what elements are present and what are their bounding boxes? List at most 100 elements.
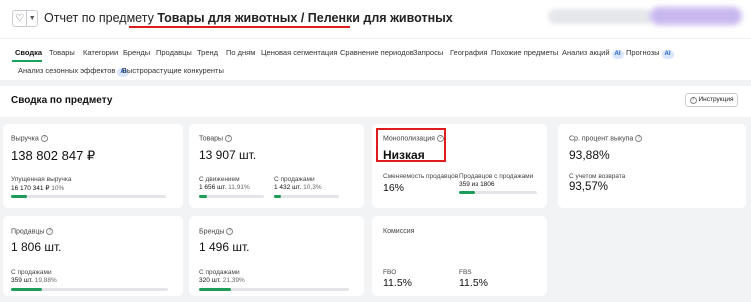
products-moving-bar (199, 195, 264, 198)
products-label-text: Товары (199, 135, 224, 143)
tab-queries[interactable]: Запросы (413, 47, 443, 59)
brands-sales-bar (199, 288, 349, 291)
favorite-button[interactable]: ♡ ▼ (12, 10, 38, 27)
ai-badge: AI (661, 50, 674, 59)
brands-sales-bar-fill (199, 288, 232, 291)
sellers-with-sales-bar-fill (459, 191, 475, 194)
instruction-button-label: Инструкция (698, 96, 734, 103)
summary-title: Сводка по предмету (11, 95, 113, 106)
page-title: Отчет по предмету Товары для животных / … (44, 10, 453, 26)
products-moving-amount: 1 656 шт. (199, 184, 227, 191)
tab-trend[interactable]: Тренд (197, 47, 218, 59)
fbo-value: 11.5% (383, 277, 412, 289)
brands-sales-amount: 320 шт. (199, 277, 221, 284)
revenue-value: 138 802 847 ₽ (11, 148, 96, 163)
tab-seasonal-effects[interactable]: Анализ сезонных эффектов AI (18, 65, 130, 77)
commission-label: Комиссия (383, 228, 415, 235)
instruction-button[interactable]: ? Инструкция (685, 93, 738, 107)
tab-summary[interactable]: Сводка (15, 47, 42, 59)
buyout-return-label: С учетом возврата (569, 173, 626, 180)
products-sales-bar-fill (274, 195, 281, 198)
sellers-with-sales-label: Продавцов с продажами (459, 173, 534, 180)
question-icon[interactable]: ? (225, 135, 233, 142)
tab-promo-analysis[interactable]: Анализ акций AI (562, 47, 624, 59)
buyout-label: Ср. процент выкупа ? (569, 135, 643, 143)
sellers-with-sales-value: 359 из 1806 (459, 181, 495, 188)
revenue-label-text: Выручка (11, 135, 39, 143)
sellers-card: Продавцы ? 1 806 шт. С продажами 359 шт.… (3, 216, 183, 296)
monopolization-annotation-box (376, 128, 446, 162)
lost-revenue-amount: 16 170 341 ₽ (11, 185, 50, 192)
tab-period-comparison[interactable]: Сравнение периодов (340, 47, 414, 59)
sellers-sales-bar (11, 288, 168, 291)
question-icon[interactable]: ? (226, 228, 234, 235)
products-sales-value: 1 432 шт. 10,3% (274, 184, 322, 191)
question-icon[interactable]: ? (635, 135, 643, 142)
lost-revenue-label: Упущенная выручка (11, 176, 72, 183)
lost-revenue-bar (11, 195, 166, 198)
products-sales-amount: 1 432 шт. (274, 184, 302, 191)
heart-icon[interactable]: ♡ (13, 11, 26, 26)
tab-forecasts[interactable]: Прогнозы AI (626, 47, 674, 59)
lost-revenue-value: 16 170 341 ₽ 10% (11, 184, 64, 192)
brands-sales-label: С продажами (199, 269, 240, 276)
brands-sales-pct: 21,39% (222, 277, 245, 284)
seller-turnover-value: 16% (383, 182, 405, 194)
products-moving-label: С движением (199, 176, 240, 183)
tab-sellers[interactable]: Продавцы (156, 47, 192, 59)
sellers-with-sales-bar (459, 191, 537, 194)
products-value: 13 907 шт. (199, 148, 257, 162)
buyout-card: Ср. процент выкупа ? 93,88% С учетом воз… (558, 124, 746, 208)
tab-price-segmentation[interactable]: Ценовая сегментация (261, 47, 337, 59)
active-tab-indicator (12, 60, 42, 62)
tab-brands[interactable]: Бренды (123, 47, 150, 59)
question-icon[interactable]: ? (40, 135, 48, 142)
sellers-sales-pct: 19,88% (34, 277, 57, 284)
sellers-sales-label: С продажами (11, 269, 52, 276)
tab-fast-growing-competitors[interactable]: Быстрорастущие конкуренты (122, 65, 224, 77)
brands-label-text: Бренды (199, 228, 225, 236)
products-label: Товары ? (199, 135, 233, 143)
tab-promo-analysis-label: Анализ акций (562, 48, 610, 57)
products-sales-pct: 10,3% (303, 184, 322, 191)
tab-geography[interactable]: География (450, 47, 487, 59)
tab-products[interactable]: Товары (49, 47, 75, 59)
tab-categories[interactable]: Категории (83, 47, 118, 59)
fbs-label: FBS (459, 269, 472, 276)
commission-card: Комиссия FBO 11.5% FBS 11.5% (372, 216, 547, 296)
tab-by-days[interactable]: По дням (226, 47, 255, 59)
products-sales-label: С продажами (274, 176, 315, 183)
question-icon[interactable]: ? (46, 228, 54, 235)
ai-badge: AI (611, 50, 624, 59)
tab-seasonal-effects-label: Анализ сезонных эффектов (18, 66, 116, 75)
fbo-label: FBO (383, 269, 397, 276)
lost-revenue-bar-fill (11, 195, 27, 198)
products-moving-bar-fill (199, 195, 207, 198)
seller-turnover-label: Сменяемость продавцов (383, 173, 459, 180)
products-sales-bar (274, 195, 339, 198)
page-title-prefix: Отчет по предмету (44, 11, 158, 25)
sellers-sales-amount: 359 шт. (11, 277, 33, 284)
brands-value: 1 496 шт. (199, 240, 250, 254)
products-card: Товары ? 13 907 шт. С движением 1 656 шт… (189, 124, 364, 208)
question-icon: ? (689, 96, 697, 104)
fbs-value: 11.5% (459, 277, 488, 289)
buyout-return-value: 93,57% (569, 181, 609, 193)
products-moving-pct: 11,91% (228, 184, 250, 191)
blurred-user-info (548, 9, 653, 24)
sellers-sales-value: 359 шт. 19,88% (11, 277, 57, 284)
buyout-label-text: Ср. процент выкупа (569, 135, 634, 143)
chevron-down-icon[interactable]: ▼ (26, 11, 37, 26)
brands-card: Бренды ? 1 496 шт. С продажами 320 шт. 2… (189, 216, 364, 296)
sellers-value: 1 806 шт. (11, 240, 62, 254)
summary-section-header: Сводка по предмету ? Инструкция (0, 86, 751, 117)
products-moving-value: 1 656 шт. 11,91% (199, 184, 250, 191)
buyout-value: 93,88% (569, 148, 610, 162)
tab-similar-subjects[interactable]: Похожие предметы (491, 47, 558, 59)
blurred-account-button[interactable] (650, 7, 742, 25)
brands-sales-value: 320 шт. 21,39% (199, 277, 245, 284)
sellers-label-text: Продавцы (11, 228, 45, 236)
sellers-label: Продавцы ? (11, 228, 54, 236)
page-title-subject: Товары для животных / Пеленки для животн… (157, 11, 453, 25)
revenue-card: Выручка ? 138 802 847 ₽ Упущенная выручк… (3, 124, 183, 208)
